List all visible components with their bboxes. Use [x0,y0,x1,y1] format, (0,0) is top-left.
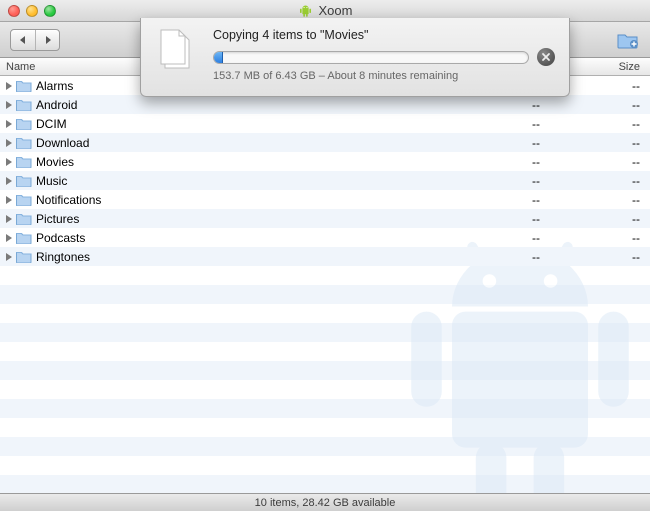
table-row[interactable]: Podcasts---- [0,228,650,247]
disclosure-triangle-icon[interactable] [6,139,12,147]
window-zoom-button[interactable] [44,5,56,17]
copy-progress-bar [213,51,529,64]
table-row[interactable]: Android---- [0,95,650,114]
table-row[interactable]: Ringtones---- [0,247,650,266]
file-name: Ringtones [36,250,450,264]
folder-icon [16,212,32,225]
file-name: Podcasts [36,231,450,245]
file-size: -- [550,231,650,245]
disclosure-triangle-icon[interactable] [6,120,12,128]
window-minimize-button[interactable] [26,5,38,17]
folder-icon [16,193,32,206]
disclosure-triangle-icon[interactable] [6,177,12,185]
table-row[interactable]: Notifications---- [0,190,650,209]
file-name: Movies [36,155,450,169]
folder-icon [16,98,32,111]
file-col2: -- [450,174,550,188]
disclosure-triangle-icon[interactable] [6,82,12,90]
file-size: -- [550,117,650,131]
folder-icon [16,117,32,130]
window-title-text: Xoom [319,3,353,18]
file-name: Music [36,174,450,188]
cancel-copy-button[interactable] [537,48,555,66]
copy-detail: 153.7 MB of 6.43 GB – About 8 minutes re… [213,70,555,82]
file-col2: -- [450,250,550,264]
copy-progress-sheet: Copying 4 items to "Movies" 153.7 MB of … [140,18,570,97]
table-row[interactable]: Music---- [0,171,650,190]
android-icon [298,3,313,18]
file-col2: -- [450,212,550,226]
disclosure-triangle-icon[interactable] [6,234,12,242]
file-size: -- [550,250,650,264]
nav-back-button[interactable] [11,30,35,50]
file-col2: -- [450,98,550,112]
statusbar: 10 items, 28.42 GB available [0,493,650,511]
folder-icon [16,250,32,263]
file-size: -- [550,136,650,150]
table-row[interactable]: Movies---- [0,152,650,171]
file-col2: -- [450,231,550,245]
file-size: -- [550,193,650,207]
file-col2: -- [450,136,550,150]
disclosure-triangle-icon[interactable] [6,158,12,166]
file-list: Alarms----Android----DCIM----Download---… [0,76,650,493]
file-size: -- [550,174,650,188]
table-row[interactable]: Pictures---- [0,209,650,228]
file-name: Android [36,98,450,112]
disclosure-triangle-icon[interactable] [6,215,12,223]
disclosure-triangle-icon[interactable] [6,196,12,204]
file-stack-icon [155,28,203,76]
nav-buttons [10,29,60,51]
folder-icon [16,136,32,149]
file-size: -- [550,98,650,112]
file-col2: -- [450,155,550,169]
table-row[interactable]: DCIM---- [0,114,650,133]
file-col2: -- [450,117,550,131]
copy-title: Copying 4 items to "Movies" [213,28,555,42]
folder-icon [16,231,32,244]
window-title: Xoom [0,3,650,18]
folder-icon [16,79,32,92]
folder-icon [16,174,32,187]
traffic-lights [0,5,56,17]
status-text: 10 items, 28.42 GB available [255,497,396,509]
new-folder-button[interactable] [616,30,640,50]
file-name: Pictures [36,212,450,226]
table-row[interactable]: Download---- [0,133,650,152]
nav-forward-button[interactable] [35,30,59,50]
file-name: DCIM [36,117,450,131]
disclosure-triangle-icon[interactable] [6,253,12,261]
file-col2: -- [450,193,550,207]
file-name: Download [36,136,450,150]
disclosure-triangle-icon[interactable] [6,101,12,109]
file-name: Notifications [36,193,450,207]
file-size: -- [550,155,650,169]
window-close-button[interactable] [8,5,20,17]
file-size: -- [550,212,650,226]
folder-icon [16,155,32,168]
